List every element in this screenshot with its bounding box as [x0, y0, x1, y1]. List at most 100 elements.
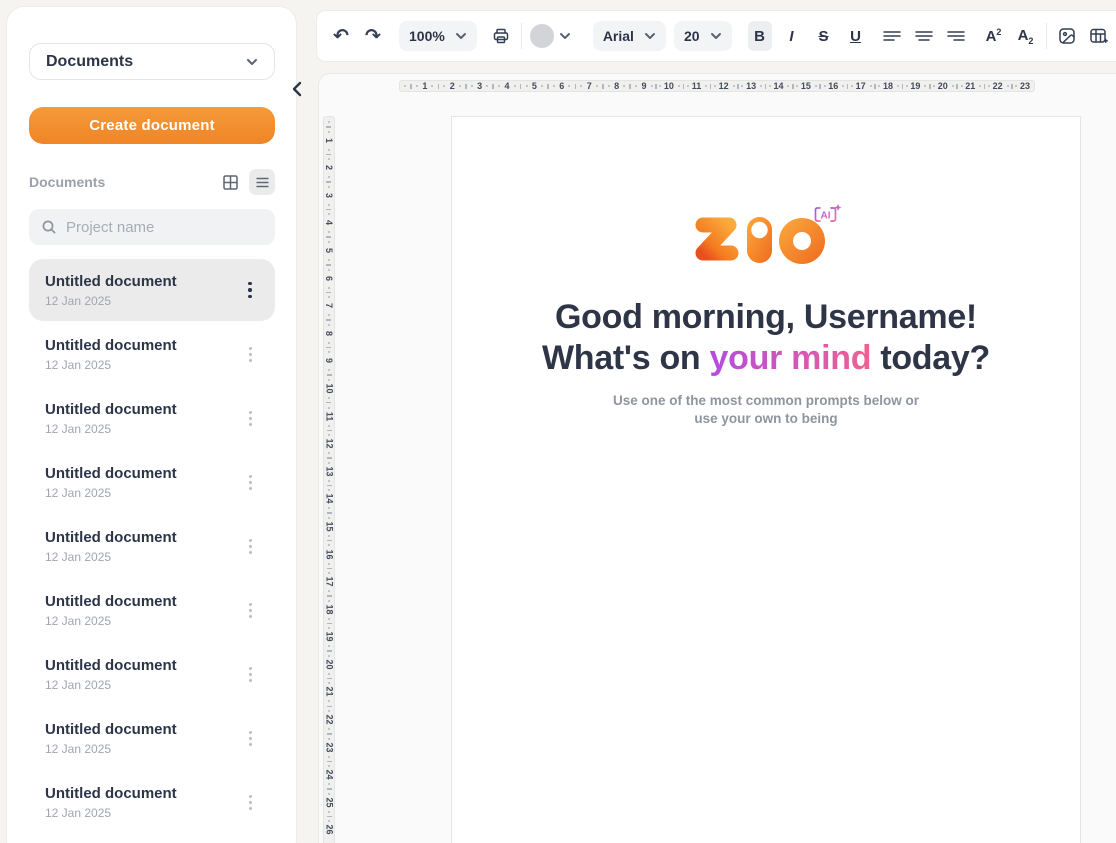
ai-badge-icon: AI: [816, 204, 842, 222]
list-view-button[interactable]: [249, 169, 275, 195]
document-date: 12 Jan 2025: [45, 614, 239, 628]
document-list-item[interactable]: Untitled document 12 Jan 2025: [29, 707, 275, 769]
document-date: 12 Jan 2025: [45, 294, 239, 308]
greeting-highlight: your mind: [710, 339, 872, 377]
search-input[interactable]: [66, 219, 265, 236]
document-menu-button[interactable]: [239, 789, 261, 815]
grid-view-button[interactable]: [217, 169, 243, 195]
chevron-down-icon: [559, 30, 571, 42]
chevron-down-icon: [246, 56, 258, 68]
font-family-value: Arial: [603, 28, 634, 44]
align-left-button[interactable]: [880, 21, 904, 51]
document-menu-button[interactable]: [239, 725, 261, 751]
documents-section-label: Documents: [29, 174, 105, 190]
documents-header: Documents: [29, 169, 275, 195]
insert-table-button[interactable]: [1087, 21, 1111, 51]
document-title: Untitled document: [45, 529, 239, 546]
sidebar-collapse-button[interactable]: [288, 78, 306, 100]
editor-toolbar: ↶ ↷ 100% Arial 20 B I S U: [316, 10, 1116, 62]
subtitle-line2: use your own to being: [694, 411, 837, 426]
document-list-item[interactable]: Untitled document 12 Jan 2025: [29, 387, 275, 449]
document-date: 12 Jan 2025: [45, 486, 239, 500]
document-date: 12 Jan 2025: [45, 806, 239, 820]
editor-canvas: 1234567891011121314151617181920212223 12…: [318, 73, 1116, 843]
grid-icon: [222, 174, 239, 191]
strikethrough-button[interactable]: S: [812, 21, 836, 51]
document-list-item[interactable]: Untitled document 12 Jan 2025: [29, 771, 275, 833]
print-button[interactable]: [489, 21, 513, 51]
sidebar: Documents Create document Documents: [6, 6, 297, 843]
svg-text:AI: AI: [821, 211, 831, 222]
document-date: 12 Jan 2025: [45, 358, 239, 372]
greeting-subtitle: Use one of the most common prompts below…: [452, 392, 1080, 428]
document-menu-button[interactable]: [239, 405, 261, 431]
document-title: Untitled document: [45, 593, 239, 610]
chevron-down-icon: [455, 30, 467, 42]
subtitle-line1: Use one of the most common prompts below…: [613, 393, 919, 408]
document-date: 12 Jan 2025: [45, 550, 239, 564]
document-title: Untitled document: [45, 721, 239, 738]
document-title: Untitled document: [45, 657, 239, 674]
document-menu-button[interactable]: [239, 597, 261, 623]
insert-image-button[interactable]: [1055, 21, 1079, 51]
vertical-ruler: 1234567891011121314151617181920212223242…: [323, 116, 335, 843]
superscript-button[interactable]: A2: [982, 21, 1006, 51]
align-right-icon: [947, 29, 965, 43]
greeting-line2-pre: What's on: [542, 339, 710, 377]
document-list-item[interactable]: Untitled document 12 Jan 2025: [29, 515, 275, 577]
zio-logo-icon: AI: [686, 203, 846, 269]
logo: AI: [452, 203, 1080, 269]
document-search[interactable]: [29, 209, 275, 245]
search-icon: [41, 219, 57, 235]
table-add-icon: [1088, 26, 1109, 46]
greeting-line2-post: today?: [871, 339, 990, 377]
font-family-select[interactable]: Arial: [593, 21, 666, 51]
document-menu-button[interactable]: [239, 469, 261, 495]
font-size-value: 20: [684, 28, 700, 44]
workspace-selector-label: Documents: [46, 53, 133, 71]
document-menu-button[interactable]: [239, 277, 261, 303]
toolbar-divider: [1046, 23, 1047, 49]
undo-button[interactable]: ↶: [329, 21, 353, 51]
font-size-select[interactable]: 20: [674, 21, 732, 51]
document-list: Untitled document 12 Jan 2025 Untitled d…: [29, 259, 275, 833]
bold-button[interactable]: B: [748, 21, 772, 51]
align-right-button[interactable]: [944, 21, 968, 51]
underline-button[interactable]: U: [844, 21, 868, 51]
document-menu-button[interactable]: [239, 533, 261, 559]
zoom-select[interactable]: 100%: [399, 21, 477, 51]
document-list-item[interactable]: Untitled document 12 Jan 2025: [29, 259, 275, 321]
document-list-item[interactable]: Untitled document 12 Jan 2025: [29, 451, 275, 513]
align-center-icon: [915, 29, 933, 43]
align-center-button[interactable]: [912, 21, 936, 51]
document-page[interactable]: AI Good morning, Username! What's on you…: [451, 116, 1081, 843]
chevron-down-icon: [710, 30, 722, 42]
greeting-heading: Good morning, Username! What's on your m…: [452, 297, 1080, 379]
undo-icon: ↶: [333, 27, 349, 46]
redo-button[interactable]: ↷: [361, 21, 385, 51]
document-title: Untitled document: [45, 401, 239, 418]
list-icon: [254, 174, 271, 191]
document-menu-button[interactable]: [239, 341, 261, 367]
create-document-button[interactable]: Create document: [29, 107, 275, 144]
document-date: 12 Jan 2025: [45, 742, 239, 756]
horizontal-ruler: 1234567891011121314151617181920212223: [399, 80, 1035, 92]
document-menu-button[interactable]: [239, 661, 261, 687]
chevron-down-icon: [644, 30, 656, 42]
greeting-line1: Good morning, Username!: [555, 298, 977, 336]
workspace-selector[interactable]: Documents: [29, 43, 275, 80]
subscript-button[interactable]: A2: [1014, 21, 1038, 51]
document-list-item[interactable]: Untitled document 12 Jan 2025: [29, 323, 275, 385]
color-picker[interactable]: [530, 24, 571, 48]
redo-icon: ↷: [365, 27, 381, 46]
document-title: Untitled document: [45, 785, 239, 802]
toolbar-divider: [521, 23, 522, 49]
document-list-item[interactable]: Untitled document 12 Jan 2025: [29, 579, 275, 641]
document-list-item[interactable]: Untitled document 12 Jan 2025: [29, 643, 275, 705]
document-title: Untitled document: [45, 273, 239, 290]
document-date: 12 Jan 2025: [45, 422, 239, 436]
zoom-value: 100%: [409, 28, 445, 44]
chevron-left-icon: [291, 81, 303, 97]
italic-button[interactable]: I: [780, 21, 804, 51]
app: { "sidebar": { "workspace_selector": { "…: [0, 0, 1116, 843]
